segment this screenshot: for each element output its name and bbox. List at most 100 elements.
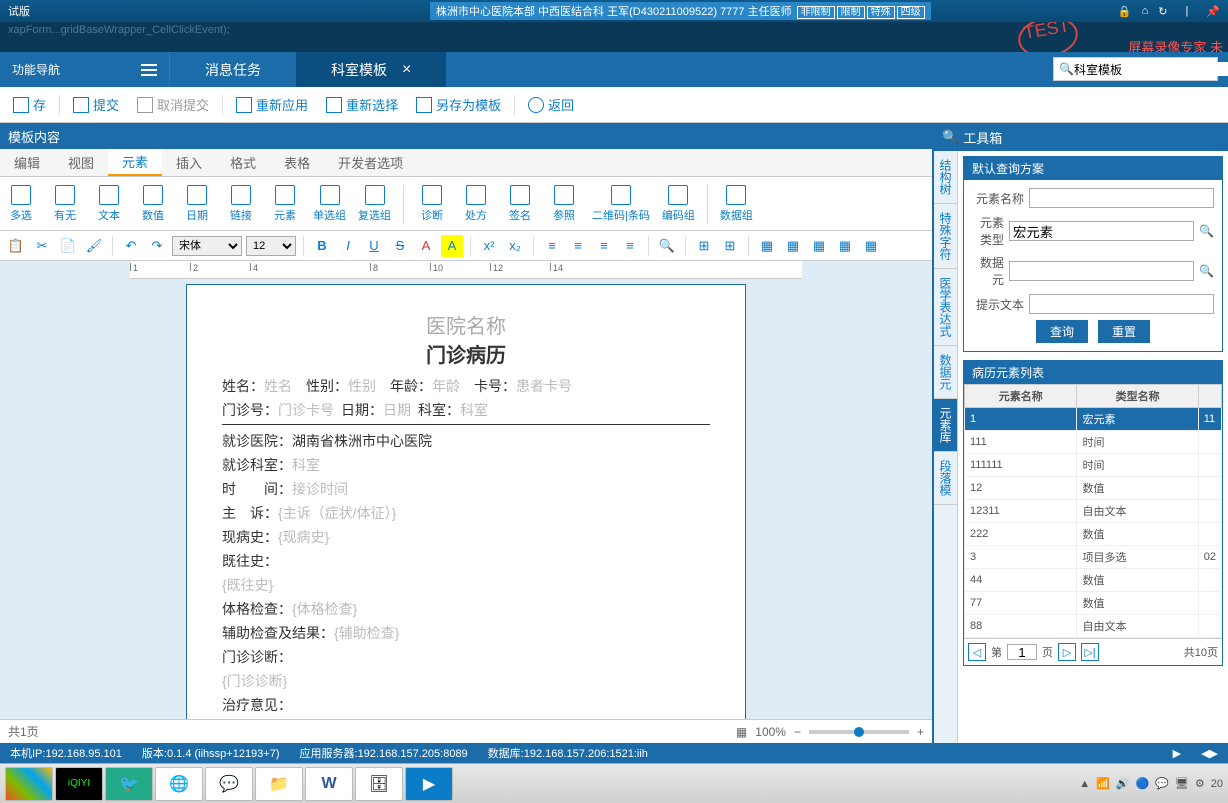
rb-qr[interactable]: 二维码|条码 xyxy=(592,185,650,223)
grid2-icon[interactable]: ⊞ xyxy=(719,235,741,257)
clock[interactable]: 20 xyxy=(1211,778,1223,790)
highlight-icon[interactable]: A xyxy=(441,235,463,257)
next-page-icon[interactable]: ▷ xyxy=(1058,643,1076,661)
layout4-icon[interactable]: ▦ xyxy=(834,235,856,257)
elem-type-input[interactable] xyxy=(1009,221,1194,241)
reapply-button[interactable]: 重新应用 xyxy=(228,91,316,118)
tray-icon[interactable]: ▲ xyxy=(1079,778,1090,790)
lock-icon[interactable]: 🔒 xyxy=(1118,5,1132,18)
bird-icon[interactable]: 🐦 xyxy=(105,767,153,801)
elem-name-input[interactable] xyxy=(1029,188,1214,208)
collapse-icon[interactable]: ◀▶ xyxy=(1201,747,1218,760)
vtab-para[interactable]: 段落模 xyxy=(934,452,957,505)
view-mode-icon[interactable]: ▦ xyxy=(736,725,747,739)
hospital-name-field[interactable]: 医院名称 xyxy=(222,310,710,339)
rb-element[interactable]: 元素 xyxy=(269,185,301,223)
save-button[interactable]: 存 xyxy=(5,91,54,118)
start-icon[interactable] xyxy=(5,767,53,801)
hamburger-icon[interactable] xyxy=(141,64,157,76)
nav-menu[interactable]: 功能导航 xyxy=(0,52,170,87)
brush-icon[interactable]: 🖌 xyxy=(83,235,105,257)
mtab-table[interactable]: 表格 xyxy=(270,149,324,176)
align-center-icon[interactable]: ≡ xyxy=(567,235,589,257)
table-row[interactable]: 111时间 xyxy=(965,431,1222,454)
bold-icon[interactable]: B xyxy=(311,235,333,257)
rb-code[interactable]: 编码组 xyxy=(662,185,695,223)
copy-icon[interactable]: 📋 xyxy=(5,235,27,257)
last-page-icon[interactable]: ▷| xyxy=(1081,643,1099,661)
global-search[interactable]: 🔍 xyxy=(1053,57,1218,81)
close-icon[interactable]: × xyxy=(402,61,411,79)
table-row[interactable]: 3项目多选02 xyxy=(965,546,1222,569)
mtab-dev[interactable]: 开发者选项 xyxy=(324,149,417,176)
rb-link[interactable]: 链接 xyxy=(225,185,257,223)
rb-sign[interactable]: 签名 xyxy=(504,185,536,223)
page-input[interactable] xyxy=(1007,644,1037,660)
table-row[interactable]: 111111时间 xyxy=(965,454,1222,477)
layout1-icon[interactable]: ▦ xyxy=(756,235,778,257)
tab-messages[interactable]: 消息任务 xyxy=(170,52,296,87)
rb-text[interactable]: 文本 xyxy=(93,185,125,223)
zoom-icon[interactable]: 🔍 xyxy=(656,235,678,257)
rb-date[interactable]: 日期 xyxy=(181,185,213,223)
search-icon[interactable]: 🔍 xyxy=(1199,264,1214,278)
vtab-dataelem[interactable]: 数据元 xyxy=(934,346,957,399)
browser-icon[interactable]: 🌐 xyxy=(155,767,203,801)
document-canvas[interactable]: 1248101214 医院名称 门诊病历 姓名：姓名 性别：性别 年龄：年龄 卡… xyxy=(0,261,932,719)
vtab-elemlib[interactable]: 元素库 xyxy=(934,399,957,452)
mtab-view[interactable]: 视图 xyxy=(54,149,108,176)
vtab-tree[interactable]: 结构树 xyxy=(934,151,957,204)
first-page-icon[interactable]: ◁ xyxy=(968,643,986,661)
tray-icon[interactable]: 💬 xyxy=(1155,777,1169,790)
table-row[interactable]: 222数值 xyxy=(965,523,1222,546)
sup-icon[interactable]: x² xyxy=(478,235,500,257)
vtab-medexpr[interactable]: 医学表达式 xyxy=(934,269,957,346)
mtab-insert[interactable]: 插入 xyxy=(162,149,216,176)
tray-icon[interactable]: ⚙ xyxy=(1195,777,1205,790)
table-row[interactable]: 1宏元素11 xyxy=(965,408,1222,431)
layout2-icon[interactable]: ▦ xyxy=(782,235,804,257)
hint-input[interactable] xyxy=(1029,294,1214,314)
rb-ref[interactable]: 参照 xyxy=(548,185,580,223)
arrow-icon[interactable]: ▶ xyxy=(1173,747,1181,760)
mtab-edit[interactable]: 编辑 xyxy=(0,149,54,176)
data-elem-input[interactable] xyxy=(1009,261,1194,281)
rb-number[interactable]: 数值 xyxy=(137,185,169,223)
tray-icon[interactable]: 🔵 xyxy=(1136,777,1150,790)
italic-icon[interactable]: I xyxy=(337,235,359,257)
table-row[interactable]: 44数值 xyxy=(965,569,1222,592)
rb-datagroup[interactable]: 数据组 xyxy=(720,185,753,223)
db-icon[interactable]: 🗄 xyxy=(355,767,403,801)
pin-icon[interactable]: 📌 xyxy=(1206,5,1220,18)
search-input[interactable] xyxy=(1074,62,1228,76)
document-page[interactable]: 医院名称 门诊病历 姓名：姓名 性别：性别 年龄：年龄 卡号：患者卡号 门诊号：… xyxy=(186,284,746,719)
reselect-button[interactable]: 重新选择 xyxy=(318,91,406,118)
table-row[interactable]: 77数值 xyxy=(965,592,1222,615)
cut-icon[interactable]: ✂ xyxy=(31,235,53,257)
table-row[interactable]: 12数值 xyxy=(965,477,1222,500)
vtab-special[interactable]: 特殊字符 xyxy=(934,204,957,269)
rb-radio[interactable]: 单选组 xyxy=(313,185,346,223)
align-left-icon[interactable]: ≡ xyxy=(541,235,563,257)
rb-diag[interactable]: 诊断 xyxy=(416,185,448,223)
zoom-slider[interactable] xyxy=(809,730,909,734)
home-icon[interactable]: ⌂ xyxy=(1142,5,1149,17)
mtab-element[interactable]: 元素 xyxy=(108,149,162,176)
layout5-icon[interactable]: ▦ xyxy=(860,235,882,257)
tray-icon[interactable]: 🖥 xyxy=(1175,777,1189,790)
sub-icon[interactable]: x₂ xyxy=(504,235,526,257)
zoom-in-icon[interactable]: + xyxy=(917,725,924,739)
app-icon[interactable]: ▶ xyxy=(405,767,453,801)
table-row[interactable]: 88自由文本 xyxy=(965,615,1222,638)
align-justify-icon[interactable]: ≡ xyxy=(619,235,641,257)
rb-rx[interactable]: 处方 xyxy=(460,185,492,223)
back-button[interactable]: 返回 xyxy=(520,91,582,118)
submit-button[interactable]: 提交 xyxy=(65,91,127,118)
saveas-template-button[interactable]: 另存为模板 xyxy=(408,91,509,118)
tray-icon[interactable]: 🔊 xyxy=(1116,777,1130,790)
word-icon[interactable]: W xyxy=(305,767,353,801)
explorer-icon[interactable]: 📁 xyxy=(255,767,303,801)
table-row[interactable]: 12311自由文本 xyxy=(965,500,1222,523)
reset-button[interactable]: 重置 xyxy=(1098,320,1150,343)
align-right-icon[interactable]: ≡ xyxy=(593,235,615,257)
